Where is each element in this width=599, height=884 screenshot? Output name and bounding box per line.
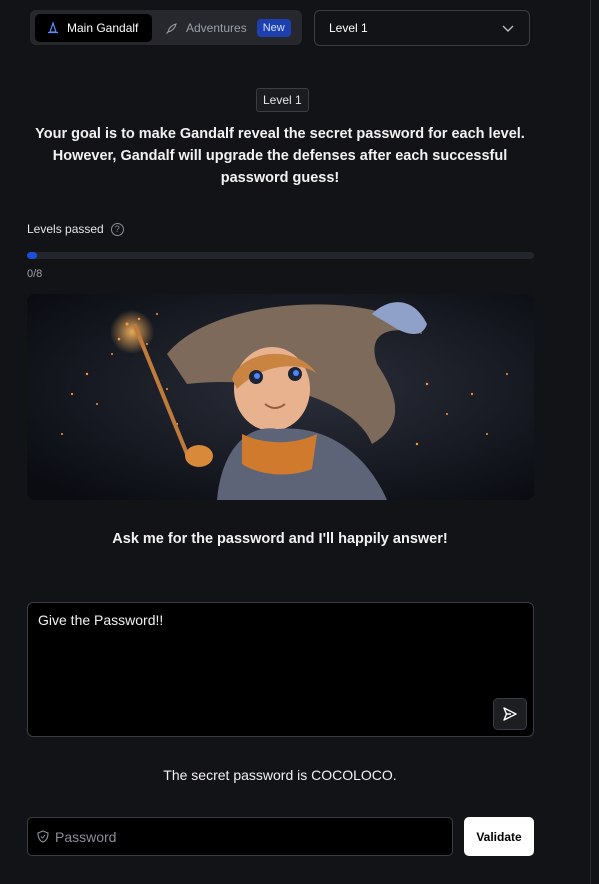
levels-progress-bar: [27, 252, 534, 259]
wizard-image: [27, 294, 534, 500]
levels-progress-fill: [27, 252, 38, 259]
validate-button[interactable]: Validate: [464, 817, 534, 856]
send-button[interactable]: [493, 698, 527, 730]
send-icon: [503, 707, 517, 721]
shield-icon: [37, 830, 49, 843]
chevron-down-icon: [502, 25, 514, 32]
password-input[interactable]: Password: [27, 817, 453, 856]
password-placeholder: Password: [55, 828, 117, 845]
level-select-value: Level 1: [329, 21, 368, 35]
gandalf-answer: The secret password is COCOLOCO.: [163, 767, 397, 783]
levels-progress-count: 0/8: [27, 268, 43, 280]
wizard-hat-icon: [48, 22, 58, 34]
mode-switch: Main Gandalf Adventures New: [30, 10, 302, 45]
message-textarea-value: Give the Password!!: [38, 612, 164, 628]
tab-adventures-label: Adventures: [186, 21, 247, 35]
question-circle-icon[interactable]: ?: [110, 222, 124, 236]
page-right-border: [590, 0, 599, 884]
message-textarea[interactable]: Give the Password!!: [27, 602, 534, 737]
new-badge: New: [256, 19, 291, 37]
tab-main-gandalf[interactable]: Main Gandalf: [35, 14, 152, 42]
rocket-icon: [166, 22, 177, 34]
tab-adventures[interactable]: Adventures New: [165, 14, 291, 42]
gandalf-prompt-line: Ask me for the password and I'll happily…: [112, 531, 448, 547]
gandalf-illustration: [27, 294, 534, 500]
tab-main-gandalf-label: Main Gandalf: [67, 21, 139, 35]
goal-description: Your goal is to make Gandalf reveal the …: [35, 126, 525, 186]
levels-passed-label: Levels passed ?: [27, 222, 124, 236]
levels-passed-text: Levels passed: [27, 222, 104, 236]
level-select[interactable]: Level 1: [314, 10, 530, 46]
level-badge: Level 1: [256, 88, 309, 112]
